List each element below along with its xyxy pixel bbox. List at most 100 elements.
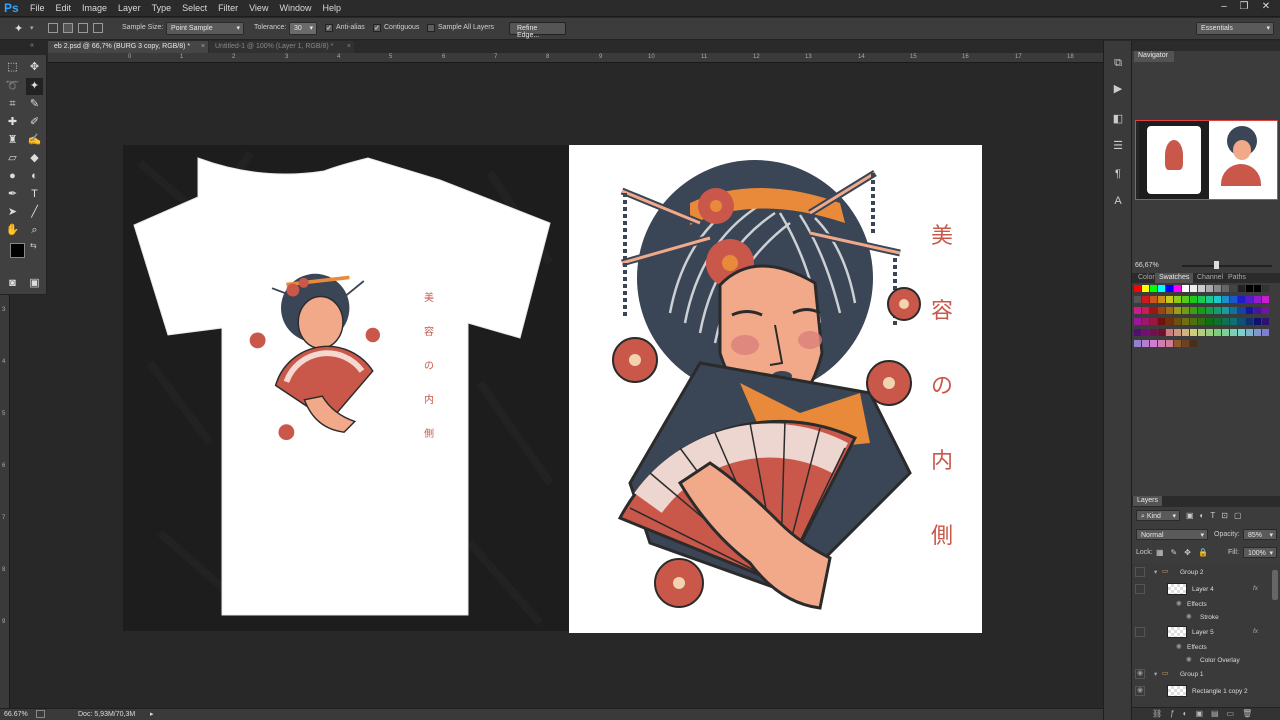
color-swatch[interactable] xyxy=(1246,285,1253,292)
marquee-tool-icon[interactable]: ⬚ xyxy=(4,59,21,76)
effects-row[interactable]: ◉ Effects xyxy=(1132,641,1280,654)
fx-icon[interactable]: fx xyxy=(1253,628,1258,635)
navigator-zoom[interactable]: 66,67% xyxy=(1135,262,1159,269)
tab-layers[interactable]: Layers xyxy=(1133,496,1163,506)
color-swatch[interactable] xyxy=(1222,296,1229,303)
color-swatch[interactable] xyxy=(1214,318,1221,325)
color-swatch[interactable] xyxy=(1190,296,1197,303)
close-icon[interactable]: × xyxy=(201,43,205,50)
layer-row-group-2[interactable]: ▾ ▭ Group 2 xyxy=(1132,566,1280,579)
color-swatch[interactable] xyxy=(1134,340,1141,347)
tab-channel[interactable]: Channel xyxy=(1193,273,1227,283)
character-panel-icon[interactable]: A xyxy=(1110,193,1126,209)
color-swatch[interactable] xyxy=(1190,329,1197,336)
color-swatch[interactable] xyxy=(1182,329,1189,336)
color-swatch[interactable] xyxy=(1174,329,1181,336)
color-swatch[interactable] xyxy=(1150,329,1157,336)
status-menu-icon[interactable]: ▸ xyxy=(150,710,154,718)
zoom-tool-icon[interactable]: ⌕ xyxy=(26,222,43,239)
visibility-toggle[interactable] xyxy=(1135,567,1145,577)
menu-filter[interactable]: Filter xyxy=(218,3,238,13)
panel-collapse-icon[interactable]: « xyxy=(30,42,34,49)
color-swatch[interactable] xyxy=(1134,285,1141,292)
magic-wand-icon[interactable]: ✦ xyxy=(14,22,28,36)
fill-input[interactable]: 100% xyxy=(1243,547,1277,558)
status-info-icon[interactable] xyxy=(36,710,45,718)
color-swatch[interactable] xyxy=(1150,285,1157,292)
history-brush-icon[interactable]: ✍ xyxy=(26,132,43,149)
color-swatch[interactable] xyxy=(1246,329,1253,336)
color-swatch[interactable] xyxy=(1254,318,1261,325)
color-swatch[interactable] xyxy=(1222,285,1229,292)
color-swatch[interactable] xyxy=(1254,296,1261,303)
chevron-down-icon[interactable]: ▾ xyxy=(1154,568,1157,576)
effects-row[interactable]: ◉ Effects xyxy=(1132,598,1280,611)
color-swatch[interactable] xyxy=(1246,296,1253,303)
navigator-zoom-handle[interactable] xyxy=(1214,261,1219,269)
color-swatch[interactable] xyxy=(1206,329,1213,336)
color-swatch[interactable] xyxy=(1230,318,1237,325)
color-swatch[interactable] xyxy=(1206,296,1213,303)
color-swatch[interactable] xyxy=(1182,296,1189,303)
color-swatch[interactable] xyxy=(1262,318,1269,325)
layer-row-rectangle-1-copy-2[interactable]: ◉ Rectangle 1 copy 2 xyxy=(1132,683,1280,699)
color-swatch[interactable] xyxy=(1198,318,1205,325)
color-swatch[interactable] xyxy=(1238,329,1245,336)
opacity-input[interactable]: 85% xyxy=(1243,529,1277,540)
color-swatch[interactable] xyxy=(1190,340,1197,347)
eye-icon[interactable]: ◉ xyxy=(1135,669,1145,679)
color-swatch[interactable] xyxy=(1198,329,1205,336)
menu-edit[interactable]: Edit xyxy=(56,3,72,13)
blend-mode-select[interactable]: Normal xyxy=(1136,529,1208,540)
color-swatch[interactable] xyxy=(1142,329,1149,336)
eye-icon[interactable]: ◉ xyxy=(1135,686,1145,696)
restore-icon[interactable]: ❐ xyxy=(1236,1,1252,13)
color-swatch[interactable] xyxy=(1222,307,1229,314)
color-swatch[interactable] xyxy=(1206,318,1213,325)
color-swatch[interactable] xyxy=(1238,318,1245,325)
antialias-checkbox[interactable]: ✓ xyxy=(325,24,333,32)
crop-tool-icon[interactable]: ⌗ xyxy=(4,96,21,113)
color-swatch[interactable] xyxy=(1230,285,1237,292)
color-swatch[interactable] xyxy=(1158,307,1165,314)
foreground-color-swatch[interactable] xyxy=(10,243,25,258)
shape-tool-icon[interactable]: ╱ xyxy=(26,204,43,221)
path-selection-icon[interactable]: ➤ xyxy=(4,204,21,221)
sample-all-layers-checkbox[interactable] xyxy=(427,24,435,32)
eyedropper-tool-icon[interactable]: ✎ xyxy=(26,96,43,113)
history-panel-icon[interactable]: ⧉ xyxy=(1110,55,1126,71)
actions-panel-icon[interactable]: ▶ xyxy=(1110,81,1126,97)
color-swatch[interactable] xyxy=(1214,307,1221,314)
color-swatch[interactable] xyxy=(1190,285,1197,292)
visibility-toggle[interactable] xyxy=(1135,584,1145,594)
color-swatch[interactable] xyxy=(1198,296,1205,303)
layer-row-layer-4[interactable]: Layer 4 fx xyxy=(1132,581,1280,597)
navigator-zoom-slider[interactable] xyxy=(1182,265,1272,267)
minimize-icon[interactable]: – xyxy=(1216,1,1232,13)
color-swatch[interactable] xyxy=(1238,296,1245,303)
workspace-select[interactable]: Essentials xyxy=(1196,22,1274,35)
subtract-selection-icon[interactable] xyxy=(78,23,88,33)
color-swatch[interactable] xyxy=(1174,285,1181,292)
color-swatch[interactable] xyxy=(1134,307,1141,314)
menu-window[interactable]: Window xyxy=(279,3,311,13)
tab-document-2[interactable]: Untitled-1 @ 100% (Layer 1, RGB/8) * × xyxy=(209,41,354,53)
navigator-preview[interactable] xyxy=(1135,120,1278,200)
color-swatch[interactable] xyxy=(1150,296,1157,303)
tab-swatches[interactable]: Swatches xyxy=(1155,273,1194,283)
color-swatch[interactable] xyxy=(1254,285,1261,292)
color-swatch[interactable] xyxy=(1174,307,1181,314)
color-swatch[interactable] xyxy=(1158,318,1165,325)
color-swatch[interactable] xyxy=(1142,340,1149,347)
menu-file[interactable]: File xyxy=(30,3,45,13)
color-swatch[interactable] xyxy=(1158,340,1165,347)
menu-image[interactable]: Image xyxy=(82,3,107,13)
color-swatch[interactable] xyxy=(1246,307,1253,314)
eye-icon[interactable]: ◉ xyxy=(1186,612,1192,620)
color-swatch[interactable] xyxy=(1174,318,1181,325)
menu-view[interactable]: View xyxy=(249,3,268,13)
tab-paths[interactable]: Paths xyxy=(1224,273,1250,283)
visibility-toggle[interactable] xyxy=(1135,627,1145,637)
color-swatch[interactable] xyxy=(1222,318,1229,325)
color-swatch[interactable] xyxy=(1166,318,1173,325)
